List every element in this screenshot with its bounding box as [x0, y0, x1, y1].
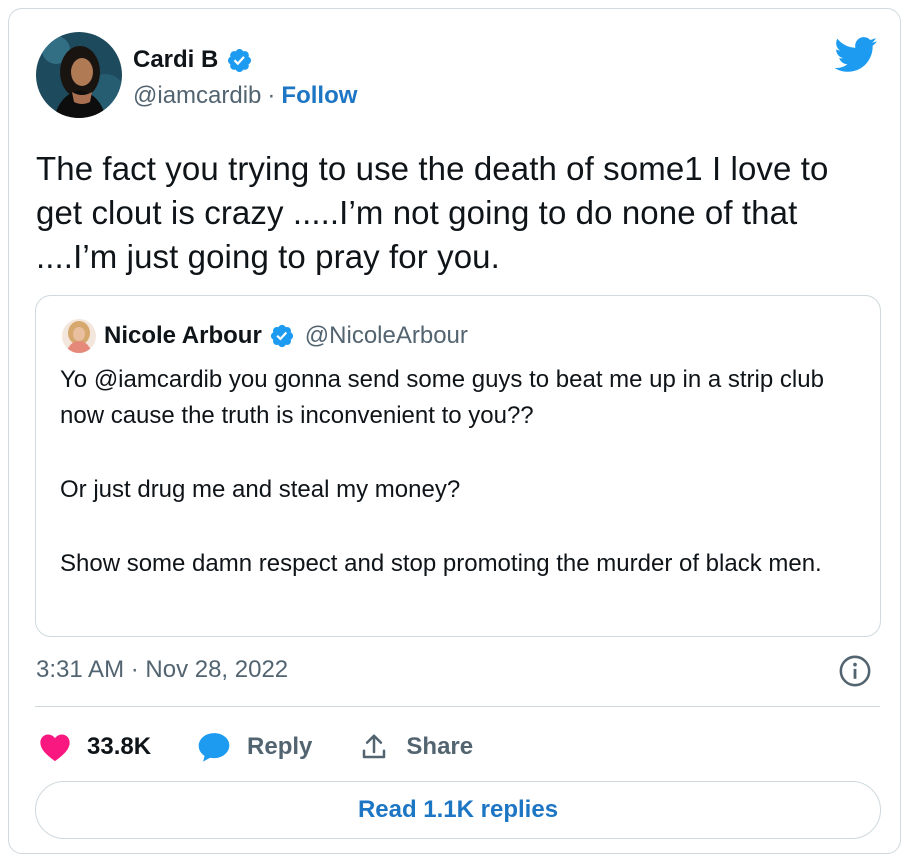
author-name-row[interactable]: Cardi B [133, 46, 253, 74]
divider [35, 706, 880, 707]
action-bar: 33.8K Reply Share [39, 727, 519, 767]
quoted-tweet[interactable]: Nicole Arbour @NicoleArbour Yo @iamcardi… [35, 295, 881, 637]
verified-badge-icon [228, 48, 252, 72]
share-icon [363, 734, 386, 759]
tweet-card: Cardi B @iamcardib · Follow The fact you… [8, 8, 901, 854]
quoted-author-row: Nicole Arbour @NicoleArbour [104, 322, 468, 350]
author-handle[interactable]: @iamcardib [133, 82, 261, 110]
quoted-paragraph-2: Or just drug me and steal my money? [60, 476, 461, 503]
follow-button[interactable]: Follow [281, 82, 357, 110]
author-handle-row: @iamcardib · Follow [133, 82, 357, 110]
read-replies-button[interactable]: Read 1.1K replies [35, 781, 881, 839]
quoted-author-handle[interactable]: @NicoleArbour [305, 322, 468, 350]
author-avatar[interactable] [36, 32, 122, 118]
share-button[interactable]: Share [358, 732, 473, 762]
reply-button[interactable]: Reply [197, 731, 312, 763]
quoted-author-avatar[interactable] [62, 319, 96, 353]
tweet-timestamp[interactable]: 3:31 AM · Nov 28, 2022 [36, 656, 288, 684]
info-icon[interactable] [838, 654, 872, 688]
quoted-author-name[interactable]: Nicole Arbour [104, 322, 262, 350]
like-button[interactable]: 33.8K [39, 732, 151, 762]
quoted-paragraph-1: Yo @iamcardib you gonna send some guys t… [60, 366, 824, 429]
author-name[interactable]: Cardi B [133, 46, 218, 74]
separator-dot: · [267, 82, 276, 109]
reply-label: Reply [247, 733, 313, 760]
like-count: 33.8K [87, 733, 152, 760]
tweet-text: The fact you trying to use the death of … [36, 150, 829, 275]
heart-icon [40, 734, 70, 762]
share-label: Share [406, 733, 474, 760]
quoted-paragraph-3: Show some damn respect and stop promotin… [60, 550, 822, 577]
quoted-verified-badge-icon [270, 324, 293, 348]
twitter-bird-icon[interactable] [834, 37, 878, 73]
reply-bubble-icon [198, 733, 230, 762]
